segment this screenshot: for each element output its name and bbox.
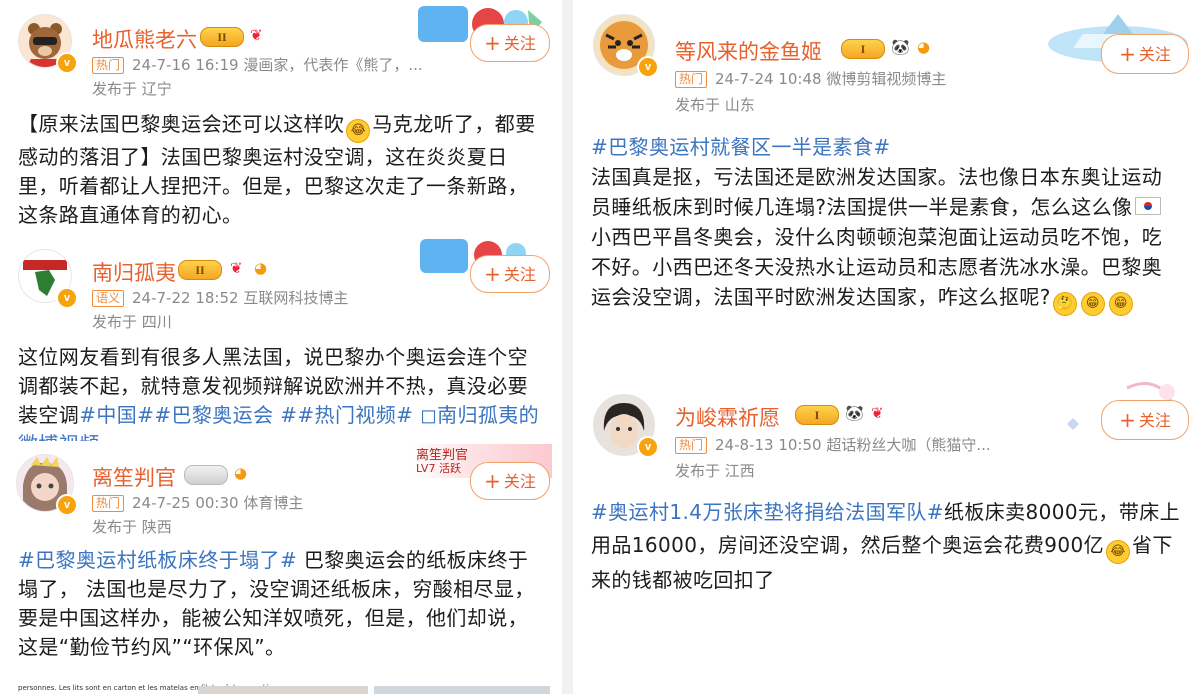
level-badge: II [200,27,244,47]
fire-badge-icon: ❦ [250,26,263,44]
post-card: v 离笙判官 ◕ 热门 24-7-25 00:30 体育博主 发布于 陕西 离笙判… [0,444,562,694]
tag-badge: 热门 [675,437,708,454]
username[interactable]: 地瓜熊老六 [92,24,197,54]
username[interactable]: 南归孤夷 [92,257,176,287]
crying-laugh-emoji-icon: 😂 [1106,540,1130,564]
username[interactable]: 离笙判官 [92,462,176,492]
follow-button[interactable]: + 关注 [1101,400,1189,440]
post-text: #奥运村1.4万张床垫将捐给法国军队#纸板床卖8000元，带床上用品16000，… [591,500,1181,592]
fire-badge-icon: ❦ [230,259,243,277]
tag-badge: 热门 [675,71,708,88]
level-badge: II [178,260,222,280]
post-text: 这位网友看到有很多人黑法国，说巴黎办个奥运会连个空调都装不起，就特意发视频辩解说… [18,343,544,441]
post-text: #巴黎奥运村就餐区一半是素食# 法国真是抠，亏法国还是欧洲发达国家。法也像日本东… [591,132,1181,316]
post-location: 发布于 辽宁 [92,80,172,98]
panda-badge-icon: 🐼 [891,38,910,56]
post-card: v 地瓜熊老六 II ❦ 热门 24-7-16 16:19 漫画家，代表作《熊了，… [0,0,562,235]
tag-badge: 语义 [92,290,125,307]
hashtag-link[interactable]: #巴黎奥运村纸板床终于塌了# [18,548,297,572]
level-badge [184,465,228,485]
right-screenshot: v 等风来的金鱼姬 I 🐼 ◕ 热门 24-7-24 10:48 微博剪辑视频博主… [573,0,1199,694]
post-location: 发布于 四川 [92,313,172,331]
follow-button[interactable]: + 关注 [470,462,550,500]
fish-badge-icon: ◕ [254,259,268,277]
panda-badge-icon: 🐼 [845,404,864,422]
verified-badge-icon: v [56,494,78,516]
tag-badge: 热门 [92,495,125,512]
post-meta: 热门 24-7-25 00:30 体育博主 [92,492,303,513]
follow-button[interactable]: + 关注 [470,24,550,62]
follow-button[interactable]: + 关注 [1101,34,1189,74]
follow-button[interactable]: + 关注 [470,255,550,293]
left-screenshot: v 地瓜熊老六 II ❦ 热门 24-7-16 16:19 漫画家，代表作《熊了，… [0,0,562,694]
korea-flag-icon [1135,197,1162,215]
image-thumbnail[interactable] [198,686,368,694]
post-text: #巴黎奥运村纸板床终于塌了# 巴黎奥运会的纸板床终于塌了， 法国也是尽力了，没空… [18,548,535,659]
image-strip: personnes. Les lits sont en carton et le… [0,684,562,694]
post-card: v 南归孤夷 II ❦ ◕ 语义 24-7-22 18:52 互联网科技博主 发布… [0,235,562,455]
post-text: 【原来法国巴黎奥运会还可以这样吹 😂 马克龙听了，都要感动的落泪了】法国巴黎奥运村没… [18,112,536,227]
verified-badge-icon: v [56,287,78,309]
post-meta: 热门 24-8-13 10:50 超话粉丝大咖（熊猫守... [675,434,991,455]
hashtag-links[interactable]: #中国##巴黎奥运会 ##热门视频# ◻南归孤夷的微博视频 [18,403,539,441]
post-location: 发布于 山东 [675,96,755,114]
verified-badge-icon: v [637,436,659,458]
post-location: 发布于 陕西 [92,518,172,536]
level-badge: I [841,39,885,59]
image-thumbnail[interactable] [374,686,550,694]
username[interactable]: 为峻霖祈愿 [675,402,780,432]
fire-badge-icon: ❦ [871,404,884,422]
post-location: 发布于 江西 [675,462,755,480]
verified-badge-icon: v [637,56,659,78]
crying-laugh-emoji-icon: 😂 [346,119,371,143]
hashtag-link[interactable]: #巴黎奥运村就餐区一半是素食# [591,135,891,159]
grin-emoji-icon: 😁 [1080,292,1105,316]
level-badge: I [795,405,839,425]
username[interactable]: 等风来的金鱼姬 [675,36,822,66]
post-meta: 热门 24-7-16 16:19 漫画家，代表作《熊了，... [92,54,423,75]
verified-badge-icon: v [56,52,78,74]
column-divider [562,0,573,694]
hashtag-link[interactable]: #奥运村1.4万张床垫将捐给法国军队# [591,500,944,524]
fish-badge-icon: ◕ [917,38,931,56]
post-meta: 语义 24-7-22 18:52 互联网科技博主 [92,287,348,308]
grin-emoji-icon: 😁 [1108,292,1133,316]
fish-badge-icon: ◕ [234,464,248,482]
tag-badge: 热门 [92,57,125,74]
post-card: v 为峻霖祈愿 I 🐼 ❦ 热门 24-8-13 10:50 超话粉丝大咖（熊猫守… [573,380,1199,694]
post-meta: 热门 24-7-24 10:48 微博剪辑视频博主 [675,68,946,89]
thinking-emoji-icon: 🤔 [1052,292,1077,316]
post-card: v 等风来的金鱼姬 I 🐼 ◕ 热门 24-7-24 10:48 微博剪辑视频博主… [573,0,1199,390]
